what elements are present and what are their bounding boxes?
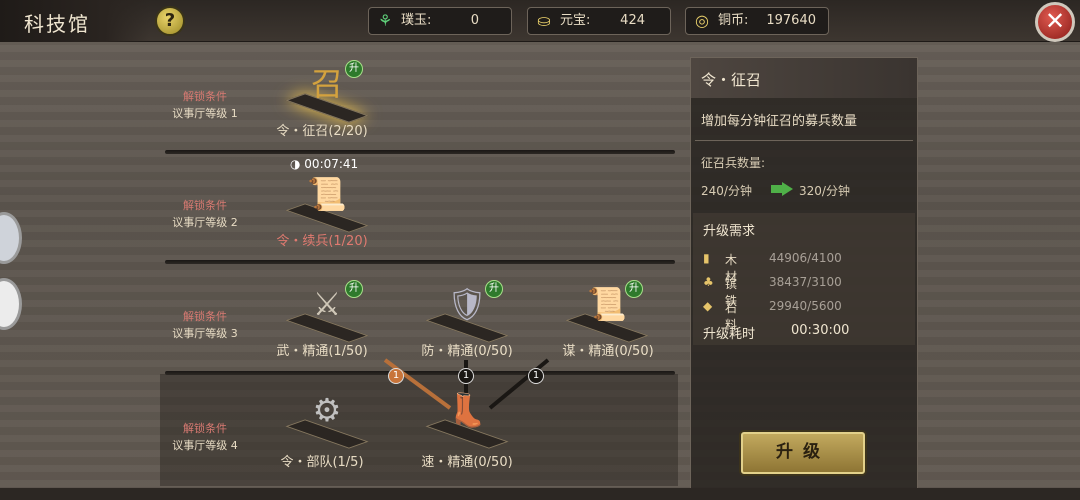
upgrade-requirements: 升级需求 ▮ 木材 44906/4100 ♣ 镔铁 38437/3100 ◆ 石… (693, 213, 915, 345)
tech-tree-links (383, 358, 550, 410)
panel-title: 令・征召 (701, 71, 762, 89)
stat-label: 征召兵数量: (701, 156, 766, 170)
upgrade-time-value: 00:30:00 (791, 323, 850, 338)
upgrade-available-icon: 升 (345, 280, 363, 298)
requirement-value: 44906/4100 (769, 251, 842, 265)
tech-node-speed[interactable]: 👢 (417, 384, 517, 454)
crossed-swords-icon: ⚔ (312, 285, 342, 323)
panel-divider (695, 140, 913, 141)
node-label-speed: 速・精通(0/50) (421, 455, 513, 470)
arrow-right-icon (771, 182, 793, 196)
wood-icon: ▮ (703, 251, 710, 265)
scrolls-icon: 📜 (587, 285, 627, 323)
upgrade-button[interactable]: 升级 (741, 432, 865, 474)
tech-node-summon[interactable]: 召 升 (277, 58, 377, 128)
upgrade-available-icon: 升 (485, 280, 503, 298)
upgrade-available-icon: 升 (345, 60, 363, 78)
panel-header: 令・征召 (691, 58, 917, 98)
node-label-martial: 武・精通(1/50) (276, 344, 368, 359)
bottom-strip (0, 488, 1080, 500)
stone-icon: ◆ (703, 299, 713, 313)
node-label-defense: 防・精通(0/50) (421, 344, 513, 359)
link-level-badge: 1 (388, 368, 404, 384)
tech-node-troops[interactable]: ⚙ (277, 384, 377, 454)
requirement-value: 29940/5600 (769, 299, 842, 313)
tech-node-martial[interactable]: ⚔ 升 (277, 278, 377, 348)
link-level-badge: 1 (458, 368, 474, 384)
node-label-summon: 令・征召(2/20) (276, 124, 368, 139)
tech-node-defense[interactable]: 🛡 升 (417, 278, 517, 348)
tech-node-strategy[interactable]: 📜 升 (557, 278, 657, 348)
node-label-troops: 令・部队(1/5) (280, 455, 364, 470)
panel-description: 增加每分钟征召的募兵数量 (701, 114, 858, 129)
requirements-title: 升级需求 (703, 224, 756, 239)
node-label-strategy: 谋・精通(0/50) (562, 344, 654, 359)
boots-icon: 👢 (447, 391, 487, 429)
scroll-icon: 📜 (307, 175, 347, 213)
tech-node-reinforce[interactable]: 📜 (277, 168, 377, 238)
link-level-badge: 1 (528, 368, 544, 384)
stat-next: 320/分钟 (799, 184, 850, 198)
summon-token-icon: 召 (310, 65, 343, 103)
stat-current: 240/分钟 (701, 184, 752, 198)
iron-icon: ♣ (703, 275, 714, 289)
troops-icon: ⚙ (312, 391, 342, 429)
upgrade-available-icon: 升 (625, 280, 643, 298)
requirement-value: 38437/3100 (769, 275, 842, 289)
tech-detail-panel: 令・征召 增加每分钟征召的募兵数量 征召兵数量: 240/分钟 320/分钟 升… (690, 57, 918, 497)
upgrade-time-row: 升级耗时 00:30:00 (703, 323, 849, 342)
upgrade-time-label: 升级耗时 (703, 327, 756, 342)
node-label-reinforce: 令・续兵(1/20) (276, 234, 368, 249)
shield-icon: 🛡 (446, 285, 488, 323)
